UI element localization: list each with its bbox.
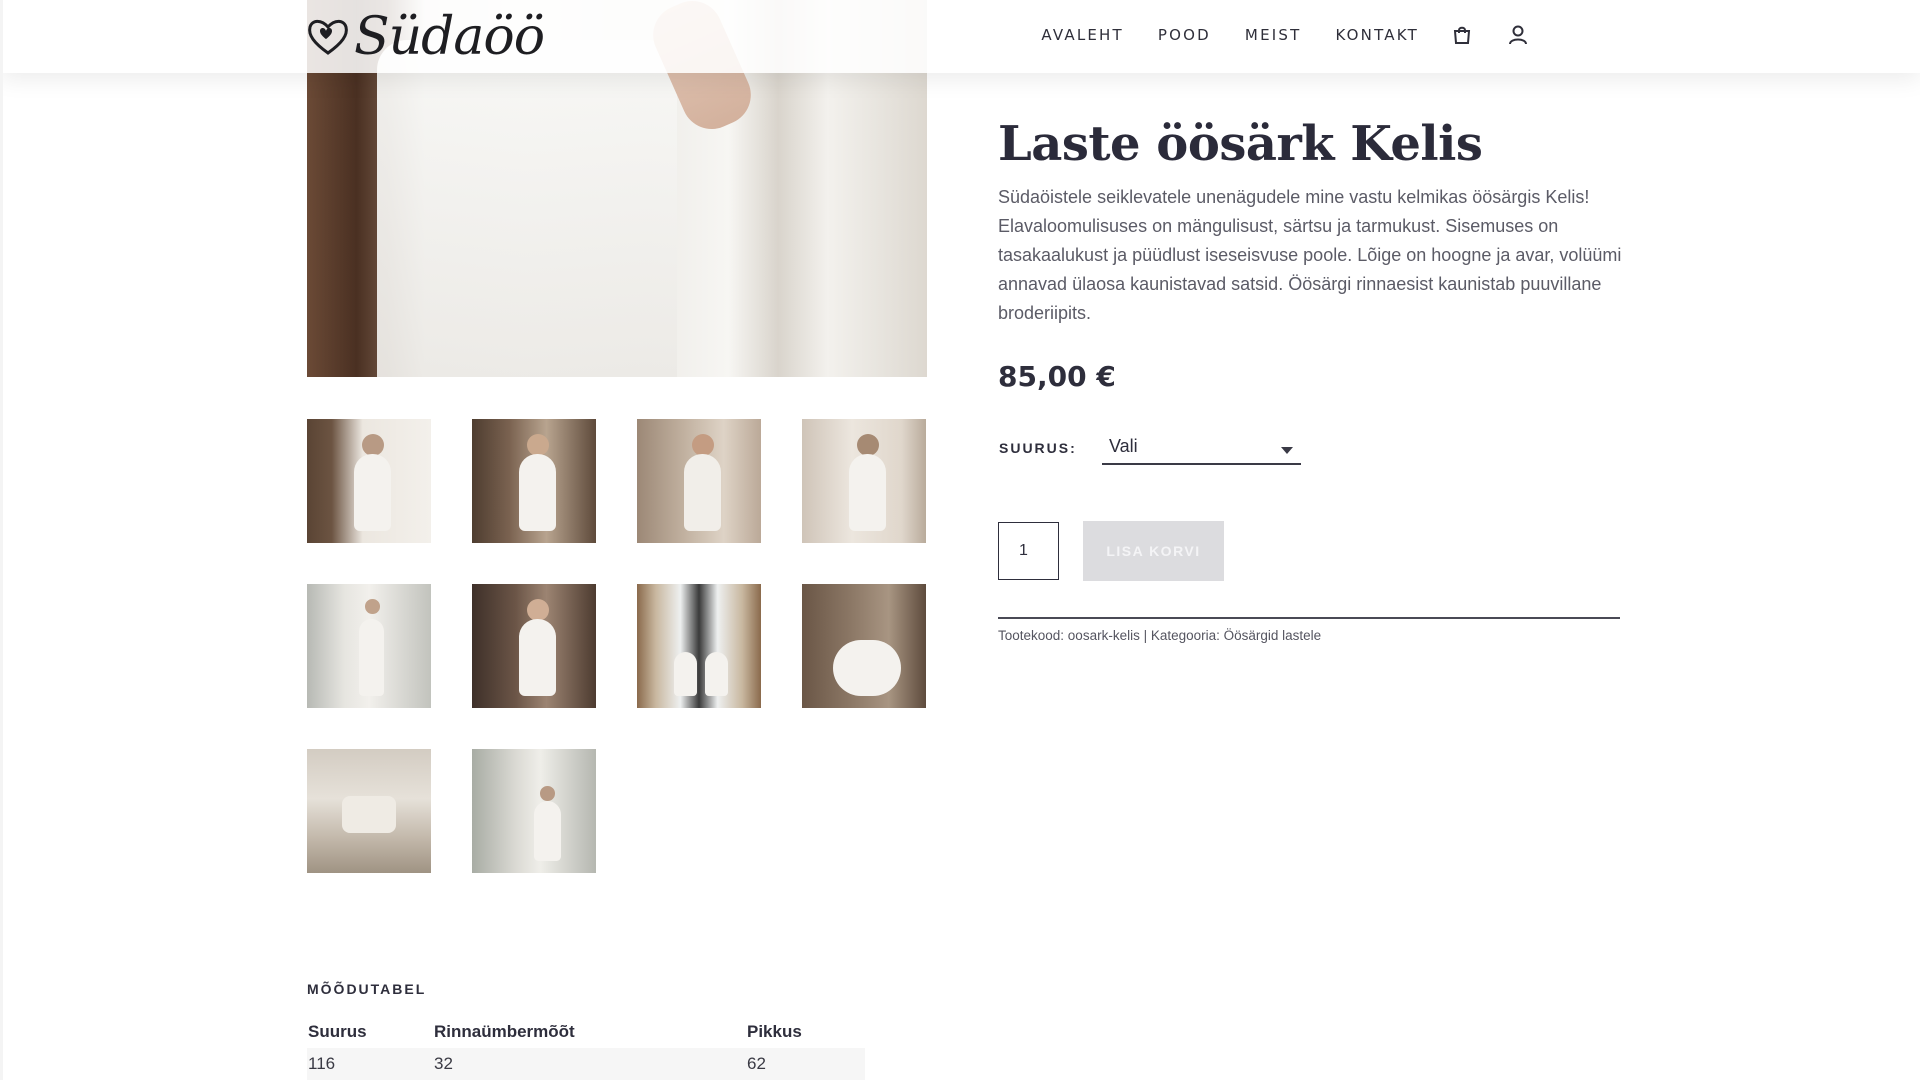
- thumbnail-7[interactable]: [637, 584, 761, 708]
- thumbnail-5[interactable]: [307, 584, 431, 708]
- shopping-bag-icon: [1453, 26, 1471, 44]
- dress-shape: [377, 40, 677, 377]
- nav-meist[interactable]: MEIST: [1245, 26, 1302, 44]
- chevron-down-icon: [1281, 447, 1293, 454]
- nav-avaleht[interactable]: AVALEHT: [1041, 26, 1124, 44]
- brand-name: Südaöö: [354, 7, 545, 67]
- brand-logo[interactable]: Südaöö: [306, 7, 545, 67]
- add-to-cart-button[interactable]: LISA KORVI: [1083, 521, 1224, 581]
- table-header-cell: Pikkus: [747, 1022, 802, 1041]
- divider: [998, 617, 1620, 619]
- thumbnail-6[interactable]: [472, 584, 596, 708]
- thumbnail-9[interactable]: [307, 749, 431, 873]
- user-icon: [1509, 25, 1527, 45]
- product-thumbnails: [307, 419, 928, 873]
- measurements-title: MÕÕDUTABEL: [307, 981, 427, 997]
- nav-pood[interactable]: POOD: [1158, 26, 1211, 44]
- table-row: 116 32 62: [307, 1048, 865, 1080]
- thumbnail-4[interactable]: [802, 419, 926, 543]
- thumbnail-3[interactable]: [637, 419, 761, 543]
- table-header-cell: Rinnaümbermõõt: [434, 1022, 575, 1041]
- heart-logo-icon: [308, 19, 348, 55]
- measurements-table: Suurus Rinnaümbermõõt Pikkus 116 32 62: [307, 1016, 865, 1080]
- quantity-input[interactable]: 1: [998, 522, 1059, 580]
- thumbnail-1[interactable]: [307, 419, 431, 543]
- size-label: SUURUS:: [999, 440, 1077, 456]
- product-title: Laste öösärk Kelis: [998, 116, 1483, 172]
- size-select[interactable]: Vali: [1102, 430, 1301, 465]
- page-edge: [0, 0, 3, 1080]
- cart-button[interactable]: [1449, 22, 1475, 48]
- thumbnail-8[interactable]: [802, 584, 926, 708]
- account-button[interactable]: [1505, 22, 1531, 48]
- main-nav: AVALEHT POOD MEIST KONTAKT: [1007, 22, 1531, 48]
- table-cell: 116: [308, 1054, 336, 1073]
- table-header-cell: Suurus: [308, 1022, 367, 1041]
- size-select-value: Vali: [1109, 436, 1138, 456]
- table-cell: 62: [747, 1054, 766, 1073]
- product-meta: Tootekood: oosark-kelis | Kategooria: Öö…: [998, 628, 1322, 643]
- table-header-row: Suurus Rinnaümbermõõt Pikkus: [307, 1016, 865, 1048]
- table-cell: 32: [434, 1054, 453, 1073]
- thumbnail-2[interactable]: [472, 419, 596, 543]
- thumbnail-10[interactable]: [472, 749, 596, 873]
- product-description: Südaöistele seiklevatele unenägudele min…: [998, 187, 1622, 323]
- product-price: 85,00 €: [998, 360, 1116, 393]
- nav-kontakt[interactable]: KONTAKT: [1335, 26, 1419, 44]
- site-header: Südaöö AVALEHT POOD MEIST KONTAKT: [0, 0, 1920, 73]
